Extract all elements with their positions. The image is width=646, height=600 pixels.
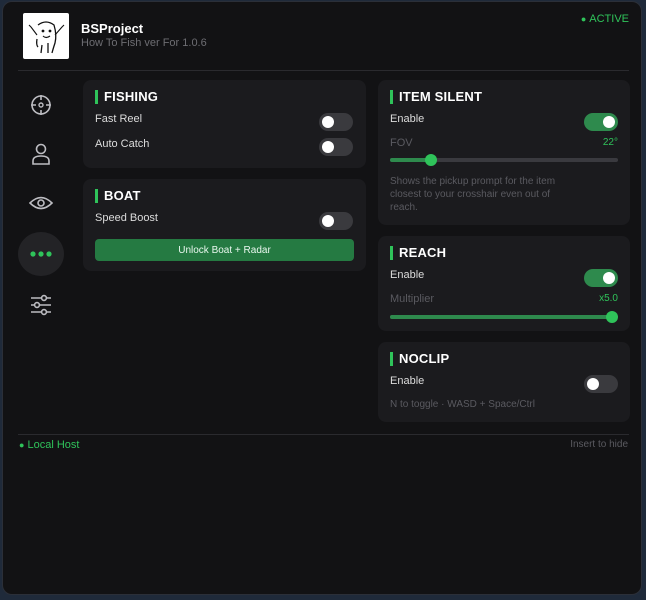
toggle-knob <box>603 116 615 128</box>
toggle-knob <box>603 272 615 284</box>
connection-status: ● Local Host <box>19 439 79 451</box>
multiplier-slider-fill <box>390 315 612 319</box>
multiplier-slider[interactable] <box>390 311 618 323</box>
app-subtitle: How To Fish ver For 1.0.6 <box>81 37 207 49</box>
more-dots-icon <box>30 251 52 257</box>
app-window: BSProject How To Fish ver For 1.0.6 ● ACT… <box>2 1 642 595</box>
noclip-title: NOCLIP <box>390 352 449 366</box>
app-title: BSProject <box>81 21 144 36</box>
header: BSProject How To Fish ver For 1.0.6 ● ACT… <box>3 2 641 70</box>
toggle-knob <box>587 378 599 390</box>
sidebar <box>18 85 64 334</box>
status-dot-icon: ● <box>580 14 587 24</box>
auto-catch-toggle[interactable] <box>319 138 353 156</box>
speed-boost-label: Speed Boost <box>95 212 158 224</box>
boat-card: BOAT Speed Boost Unlock Boat + Radar <box>83 179 366 271</box>
sidebar-item-misc[interactable] <box>18 232 64 276</box>
item-silent-card: ITEM SILENT Enable FOV 22° Shows the pic… <box>378 80 630 225</box>
ghost-doodle-logo <box>23 13 69 59</box>
noclip-enable-toggle[interactable] <box>584 375 618 393</box>
reach-card: REACH Enable Multiplier x5.0 <box>378 236 630 331</box>
toggle-knob <box>322 215 334 227</box>
header-divider <box>18 70 629 71</box>
boat-title: BOAT <box>95 189 141 203</box>
noclip-card: NOCLIP Enable N to toggle · WASD + Space… <box>378 342 630 422</box>
sidebar-item-settings[interactable] <box>18 285 64 325</box>
sidebar-item-aim[interactable] <box>18 85 64 125</box>
toggle-knob <box>322 116 334 128</box>
fov-value: 22° <box>602 137 618 148</box>
multiplier-value: x5.0 <box>599 293 618 304</box>
item-silent-enable-toggle[interactable] <box>584 113 618 131</box>
fishing-title: FISHING <box>95 90 158 104</box>
item-silent-description: Shows the pickup prompt for the item clo… <box>390 176 556 213</box>
fast-reel-toggle[interactable] <box>319 113 353 131</box>
crosshair-icon <box>31 95 51 115</box>
noclip-hint: N to toggle · WASD + Space/Ctrl <box>390 399 535 410</box>
fishing-card: FISHING Fast Reel Auto Catch <box>83 80 366 168</box>
auto-catch-label: Auto Catch <box>95 138 150 150</box>
sliders-icon <box>31 294 51 316</box>
item-silent-enable-label: Enable <box>390 113 425 125</box>
hide-hint: Insert to hide <box>570 439 628 450</box>
fov-label: FOV <box>390 137 413 149</box>
user-icon <box>32 143 50 165</box>
connection-dot-icon: ● <box>19 440 25 450</box>
speed-boost-toggle[interactable] <box>319 212 353 230</box>
fov-slider[interactable] <box>390 154 618 166</box>
reach-enable-label: Enable <box>390 269 425 281</box>
multiplier-slider-thumb[interactable] <box>606 311 618 323</box>
noclip-enable-label: Enable <box>390 375 425 387</box>
reach-enable-toggle[interactable] <box>584 269 618 287</box>
item-silent-title: ITEM SILENT <box>390 90 482 104</box>
sidebar-item-player[interactable] <box>18 134 64 174</box>
footer-divider <box>18 434 629 435</box>
reach-title: REACH <box>390 246 446 260</box>
status-text: ACTIVE <box>589 13 629 25</box>
status-badge: ● ACTIVE <box>581 13 629 25</box>
sidebar-item-visuals[interactable] <box>18 183 64 223</box>
unlock-boat-radar-button[interactable]: Unlock Boat + Radar <box>95 239 354 261</box>
multiplier-label: Multiplier <box>390 293 435 305</box>
toggle-knob <box>322 141 334 153</box>
fast-reel-label: Fast Reel <box>95 113 143 125</box>
connection-text: Local Host <box>27 439 80 451</box>
eye-icon <box>29 196 53 210</box>
fov-slider-thumb[interactable] <box>425 154 438 166</box>
